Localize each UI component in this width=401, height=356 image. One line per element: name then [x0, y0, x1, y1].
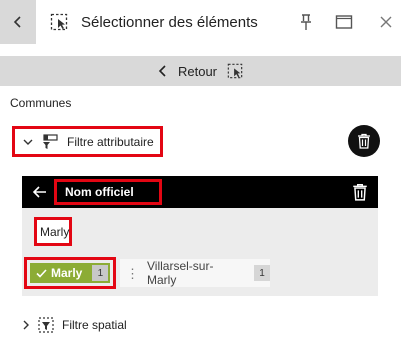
- count-badge: 1: [254, 265, 270, 281]
- maximize-button[interactable]: [334, 12, 354, 32]
- attribute-filter-icon: [43, 133, 58, 149]
- value-chip[interactable]: ⋮ Villarsel-sur-Marly 1: [120, 259, 270, 287]
- arrow-left-icon[interactable]: [32, 184, 48, 200]
- chevron-right-icon: [23, 320, 29, 330]
- select-area-icon: [50, 13, 68, 31]
- maximize-icon: [335, 15, 353, 29]
- pin-icon: [301, 14, 311, 30]
- filtre-attributaire-toggle[interactable]: Filtre attributaire: [12, 126, 163, 157]
- count-badge: 1: [92, 265, 109, 281]
- delete-filter-button[interactable]: [348, 125, 380, 157]
- chip-label: Marly: [51, 266, 83, 280]
- close-icon: [380, 16, 392, 28]
- field-name-box: Nom officiel: [54, 179, 162, 205]
- page-title: Sélectionner des éléments: [81, 14, 258, 31]
- retour-button[interactable]: Retour: [0, 56, 401, 86]
- chevron-left-icon: [13, 16, 21, 28]
- value-search-input[interactable]: Marly: [34, 217, 72, 246]
- section-title: Communes: [10, 96, 72, 110]
- attribute-filter-panel: Nom officiel Marly Marly 1 ⋮ Villarsel-s…: [22, 176, 378, 296]
- chevron-down-icon: [23, 139, 33, 145]
- filter-panel-header: Nom officiel: [22, 176, 378, 208]
- trash-icon[interactable]: [352, 183, 368, 201]
- filtre-spatial-label: Filtre spatial: [62, 318, 127, 332]
- close-button[interactable]: [377, 13, 395, 31]
- filtre-attributaire-label: Filtre attributaire: [67, 134, 154, 149]
- checkmark-icon: [36, 268, 47, 278]
- trash-icon: [358, 133, 370, 149]
- value-search-text: Marly: [40, 224, 70, 239]
- field-name-label: Nom officiel: [65, 185, 134, 199]
- chevron-left-icon: [158, 65, 166, 77]
- back-button[interactable]: [0, 0, 36, 44]
- panel-header: Sélectionner des éléments: [0, 0, 401, 44]
- chip-label: Villarsel-sur-Marly: [147, 259, 214, 287]
- chip-selected-inner: Marly 1: [30, 263, 110, 283]
- spatial-filter-icon: [38, 317, 54, 333]
- pin-button[interactable]: [296, 12, 316, 32]
- select-area-icon: [227, 63, 243, 79]
- more-vertical-icon: ⋮: [126, 265, 139, 281]
- filtre-spatial-toggle[interactable]: Filtre spatial: [22, 317, 127, 333]
- retour-label: Retour: [177, 63, 218, 79]
- value-chip-selected[interactable]: Marly 1: [24, 257, 116, 289]
